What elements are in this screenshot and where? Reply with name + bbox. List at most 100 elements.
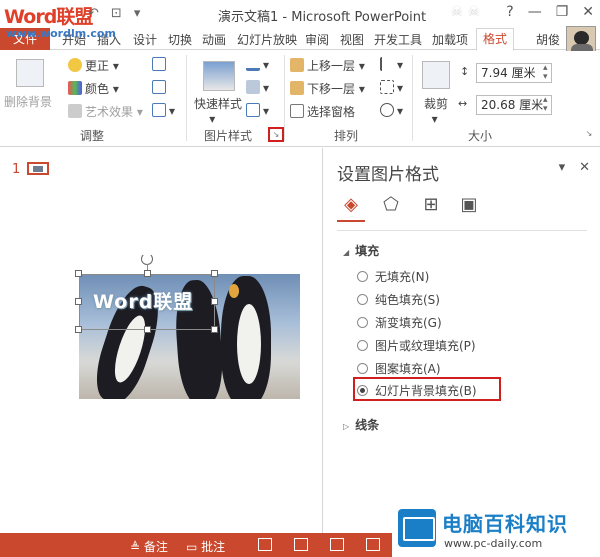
tab-transitions[interactable]: 切换 bbox=[168, 31, 192, 48]
remove-background-button[interactable]: 删除背景 bbox=[4, 93, 52, 110]
slide-thumbnail[interactable] bbox=[27, 162, 49, 175]
send-backward-button[interactable]: 下移一层 ▾ bbox=[290, 80, 365, 97]
tab-developer[interactable]: 开发工具 bbox=[374, 31, 422, 48]
pane-options-icon[interactable]: ▾ bbox=[559, 160, 566, 175]
group-separator bbox=[412, 55, 413, 141]
radio-button[interactable] bbox=[357, 362, 368, 374]
notes-button[interactable]: ≜ 备注 bbox=[130, 538, 168, 555]
slide-sorter-icon[interactable] bbox=[294, 538, 308, 551]
user-name[interactable]: 胡俊 bbox=[536, 31, 560, 48]
site-url: www.wordlm.com bbox=[6, 27, 116, 40]
qat-dropdown-icon[interactable]: ▾ bbox=[134, 6, 141, 21]
size-properties-icon[interactable]: ⊞ bbox=[419, 194, 443, 216]
brand-url: www.pc-daily.com bbox=[444, 537, 543, 550]
reset-picture-icon bbox=[152, 103, 166, 117]
resize-handle[interactable] bbox=[211, 326, 218, 333]
comments-button[interactable]: ▭ 批注 bbox=[186, 538, 225, 555]
rotate-button[interactable]: ▾ bbox=[380, 103, 403, 118]
tab-slideshow[interactable]: 幻灯片放映 bbox=[237, 31, 297, 48]
quick-styles-button[interactable]: 快速样式 ▾ bbox=[194, 95, 242, 126]
height-icon: ↕ bbox=[460, 65, 470, 78]
normal-view-icon[interactable] bbox=[258, 538, 272, 551]
align-button[interactable]: ▾ bbox=[380, 57, 403, 72]
help-button[interactable]: ? bbox=[506, 4, 513, 20]
radio-button[interactable] bbox=[357, 293, 368, 305]
tab-design[interactable]: 设计 bbox=[133, 31, 157, 48]
tab-format[interactable]: 格式 bbox=[476, 28, 515, 51]
height-input[interactable]: 7.94 厘米 bbox=[476, 63, 552, 83]
brand-title: 电脑百科知识 bbox=[442, 512, 568, 536]
group-separator bbox=[284, 55, 285, 141]
crop-button[interactable]: 裁剪 ▾ bbox=[424, 95, 448, 126]
slideshow-icon[interactable] bbox=[366, 538, 380, 551]
tab-addins[interactable]: 加载项 bbox=[432, 31, 468, 48]
ribbon: 删除背景 更正 ▾ 颜色 ▾ 艺术效果 ▾ ▾ 调整 快速样式 ▾ ▾ ▾ ▾ … bbox=[0, 51, 600, 147]
resize-handle[interactable] bbox=[75, 326, 82, 333]
highlight-box bbox=[353, 377, 501, 401]
effects-pentagon-icon[interactable]: ⬠ bbox=[379, 194, 403, 216]
collapse-triangle-icon: ◢ bbox=[343, 248, 350, 257]
width-input[interactable]: 20.68 厘米 bbox=[476, 95, 552, 115]
app-title: 演示文稿1 - Microsoft PowerPoint bbox=[218, 10, 427, 25]
monitor-logo-icon bbox=[398, 509, 436, 547]
picture-styles-launcher-icon[interactable]: ↘ bbox=[268, 127, 284, 142]
resize-handle[interactable] bbox=[211, 270, 218, 277]
avatar[interactable] bbox=[566, 26, 596, 54]
change-picture-button[interactable] bbox=[152, 80, 169, 95]
minimize-button[interactable]: — bbox=[528, 4, 542, 20]
radio-gradient-fill[interactable]: 渐变填充(G) bbox=[357, 313, 442, 331]
window-controls: ? — ❐ ✕ bbox=[506, 4, 594, 20]
fill-line-icon[interactable]: ◈ bbox=[339, 194, 363, 216]
presenter-icon[interactable]: ⊡ bbox=[111, 6, 122, 21]
reading-view-icon[interactable] bbox=[330, 538, 344, 551]
group-icon bbox=[380, 80, 394, 94]
radio-pattern-fill[interactable]: 图案填充(A) bbox=[357, 359, 441, 377]
radio-button[interactable] bbox=[357, 270, 368, 282]
size-launcher-icon[interactable]: ↘ bbox=[584, 129, 594, 139]
tab-animations[interactable]: 动画 bbox=[202, 31, 226, 48]
group-label-arrange: 排列 bbox=[334, 129, 359, 143]
selection-pane-button[interactable]: 选择窗格 bbox=[290, 103, 355, 120]
group-button[interactable]: ▾ bbox=[380, 80, 403, 95]
fill-section-header[interactable]: ◢ 填充 bbox=[343, 242, 379, 259]
selection-pane-icon bbox=[290, 104, 304, 118]
radio-button[interactable] bbox=[357, 339, 368, 351]
resize-handle[interactable] bbox=[75, 270, 82, 277]
resize-handle[interactable] bbox=[75, 298, 82, 305]
undo-icon[interactable]: ↶ bbox=[88, 6, 99, 21]
radio-no-fill[interactable]: 无填充(N) bbox=[357, 267, 429, 285]
penguin-belly-shape bbox=[237, 304, 261, 384]
brand-watermark: 电脑百科知识 www.pc-daily.com bbox=[392, 505, 600, 557]
send-backward-icon bbox=[290, 81, 304, 95]
resize-handle[interactable] bbox=[211, 298, 218, 305]
close-button[interactable]: ✕ bbox=[582, 4, 594, 20]
picture-border-button[interactable]: ▾ bbox=[246, 57, 269, 72]
group-separator bbox=[186, 55, 187, 141]
picture-icon[interactable]: ▣ bbox=[457, 194, 481, 216]
pane-close-icon[interactable]: ✕ bbox=[579, 160, 590, 175]
resize-handle[interactable] bbox=[144, 270, 151, 277]
pen-icon bbox=[246, 57, 260, 71]
compress-pictures-button[interactable] bbox=[152, 57, 169, 72]
effects-icon bbox=[246, 80, 260, 94]
corrections-button[interactable]: 更正 ▾ bbox=[68, 57, 119, 74]
restore-button[interactable]: ❐ bbox=[556, 4, 569, 20]
artistic-effects-icon bbox=[68, 104, 82, 118]
quick-styles-icon bbox=[203, 61, 235, 91]
artistic-effects-button[interactable]: 艺术效果 ▾ bbox=[68, 103, 143, 120]
color-button[interactable]: 颜色 ▾ bbox=[68, 80, 119, 97]
picture-layout-button[interactable]: ▾ bbox=[246, 103, 269, 118]
line-section-header[interactable]: ▷ 线条 bbox=[343, 416, 379, 433]
bring-forward-button[interactable]: 上移一层 ▾ bbox=[290, 57, 365, 74]
reset-picture-button[interactable]: ▾ bbox=[152, 103, 175, 118]
tab-view[interactable]: 视图 bbox=[340, 31, 364, 48]
resize-handle[interactable] bbox=[144, 326, 151, 333]
radio-picture-texture-fill[interactable]: 图片或纹理填充(P) bbox=[357, 336, 476, 354]
radio-button[interactable] bbox=[357, 316, 368, 328]
selection-box[interactable] bbox=[79, 274, 215, 330]
picture-effects-button[interactable]: ▾ bbox=[246, 80, 269, 95]
format-picture-pane: 设置图片格式 ▾ ✕ ◈ ⬠ ⊞ ▣ ◢ 填充 无填充(N) 纯色填充(S) 渐变… bbox=[322, 148, 600, 533]
align-icon bbox=[380, 57, 394, 71]
tab-review[interactable]: 审阅 bbox=[305, 31, 329, 48]
radio-solid-fill[interactable]: 纯色填充(S) bbox=[357, 290, 440, 308]
